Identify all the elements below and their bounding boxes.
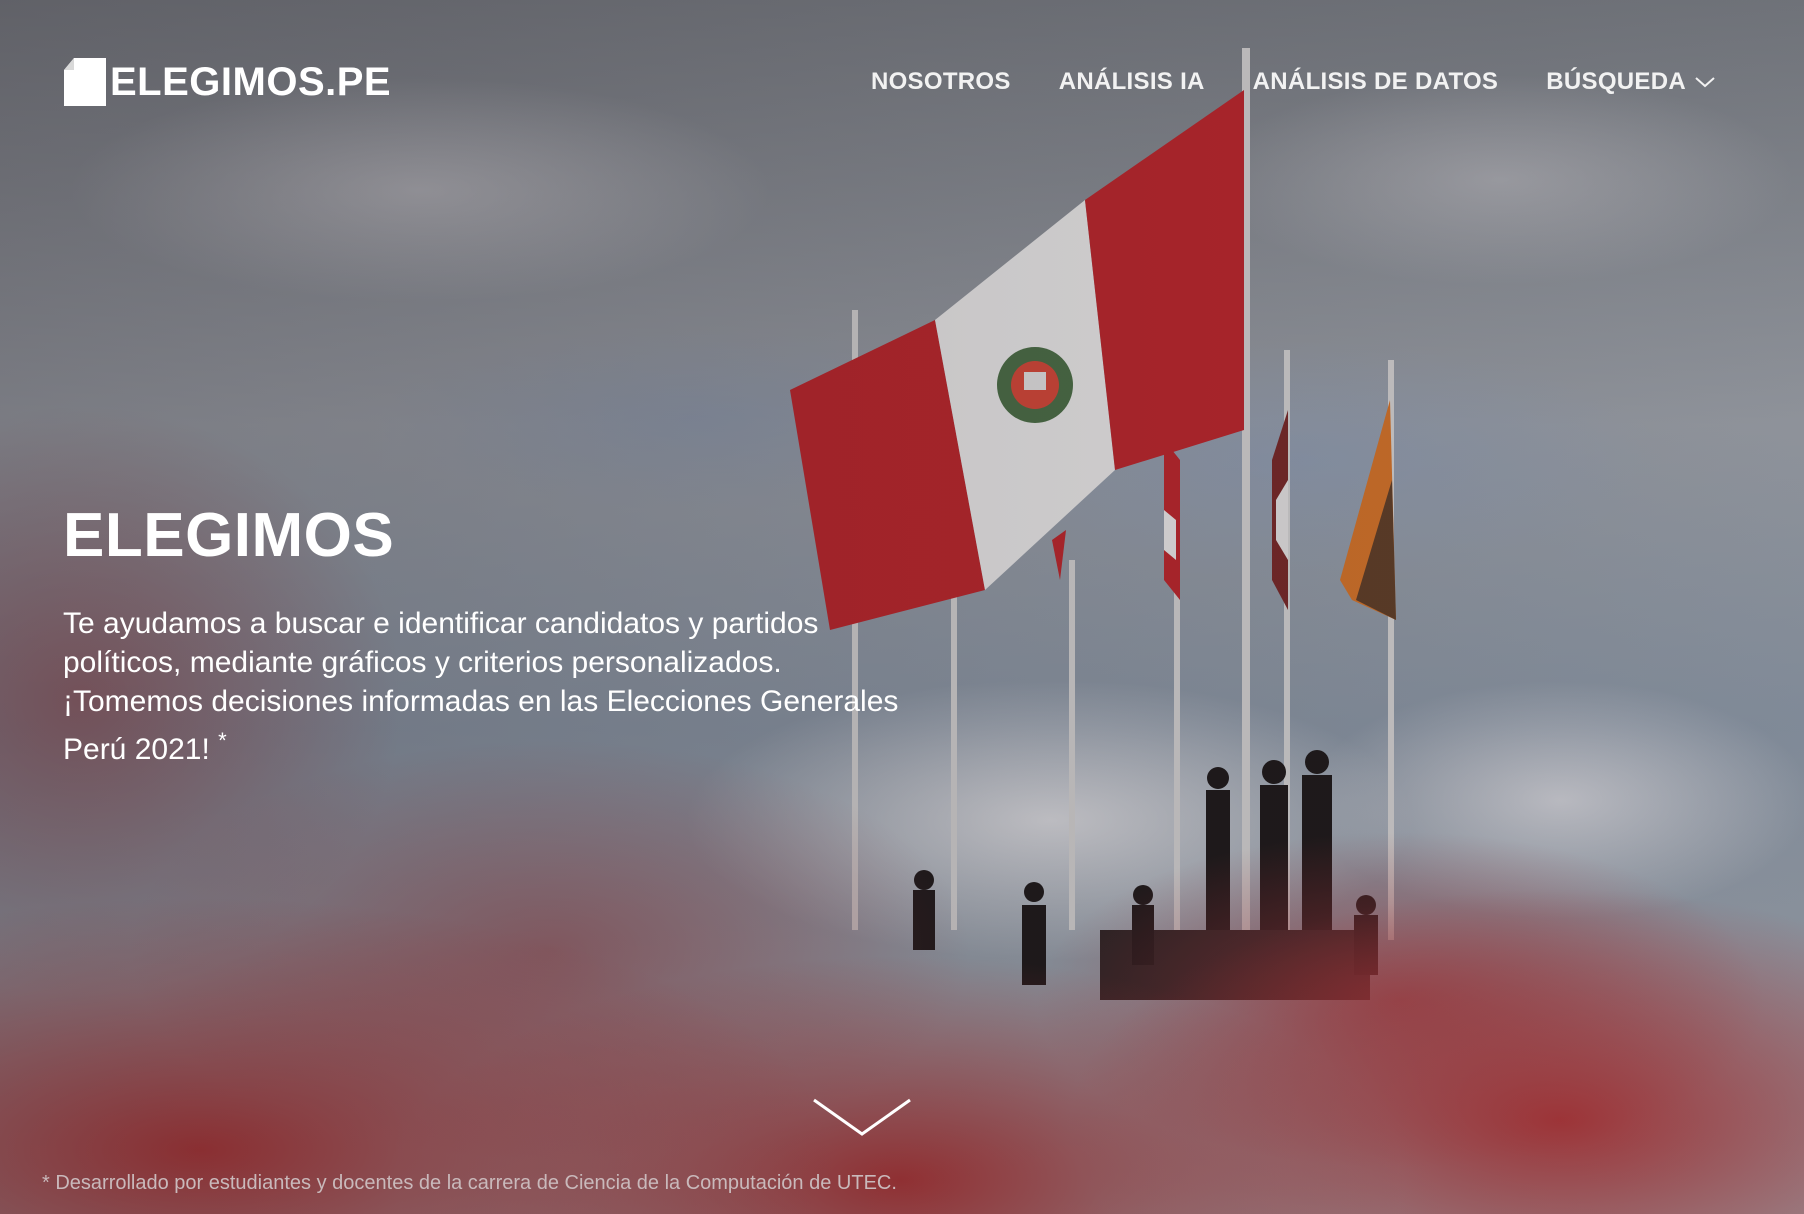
main-nav: NOSOTROS ANÁLISIS IA ANÁLISIS DE DATOS B… (871, 68, 1716, 96)
nav-busqueda-label: BÚSQUEDA (1546, 68, 1686, 95)
nav-analisis-datos[interactable]: ANÁLISIS DE DATOS (1253, 68, 1499, 96)
nav-busqueda[interactable]: BÚSQUEDA (1546, 68, 1716, 96)
hero-description: Te ayudamos a buscar e identificar candi… (63, 604, 923, 769)
footer-note: * Desarrollado por estudiantes y docente… (42, 1172, 897, 1194)
nav-nosotros[interactable]: NOSOTROS (871, 68, 1011, 96)
hero-section: ELEGIMOS.PE NOSOTROS ANÁLISIS IA ANÁLISI… (0, 0, 1804, 1214)
hero-description-text: Te ayudamos a buscar e identificar candi… (63, 607, 899, 766)
nav-analisis-ia[interactable]: ANÁLISIS IA (1059, 68, 1205, 96)
chevron-down-icon[interactable] (812, 1096, 912, 1140)
ballot-box-icon (64, 58, 106, 106)
logo-text: ELEGIMOS.PE (110, 60, 392, 104)
footnote-marker: * (218, 728, 227, 753)
chevron-down-icon (1695, 77, 1715, 88)
hero-title: ELEGIMOS (63, 501, 395, 570)
site-logo[interactable]: ELEGIMOS.PE (64, 58, 391, 106)
